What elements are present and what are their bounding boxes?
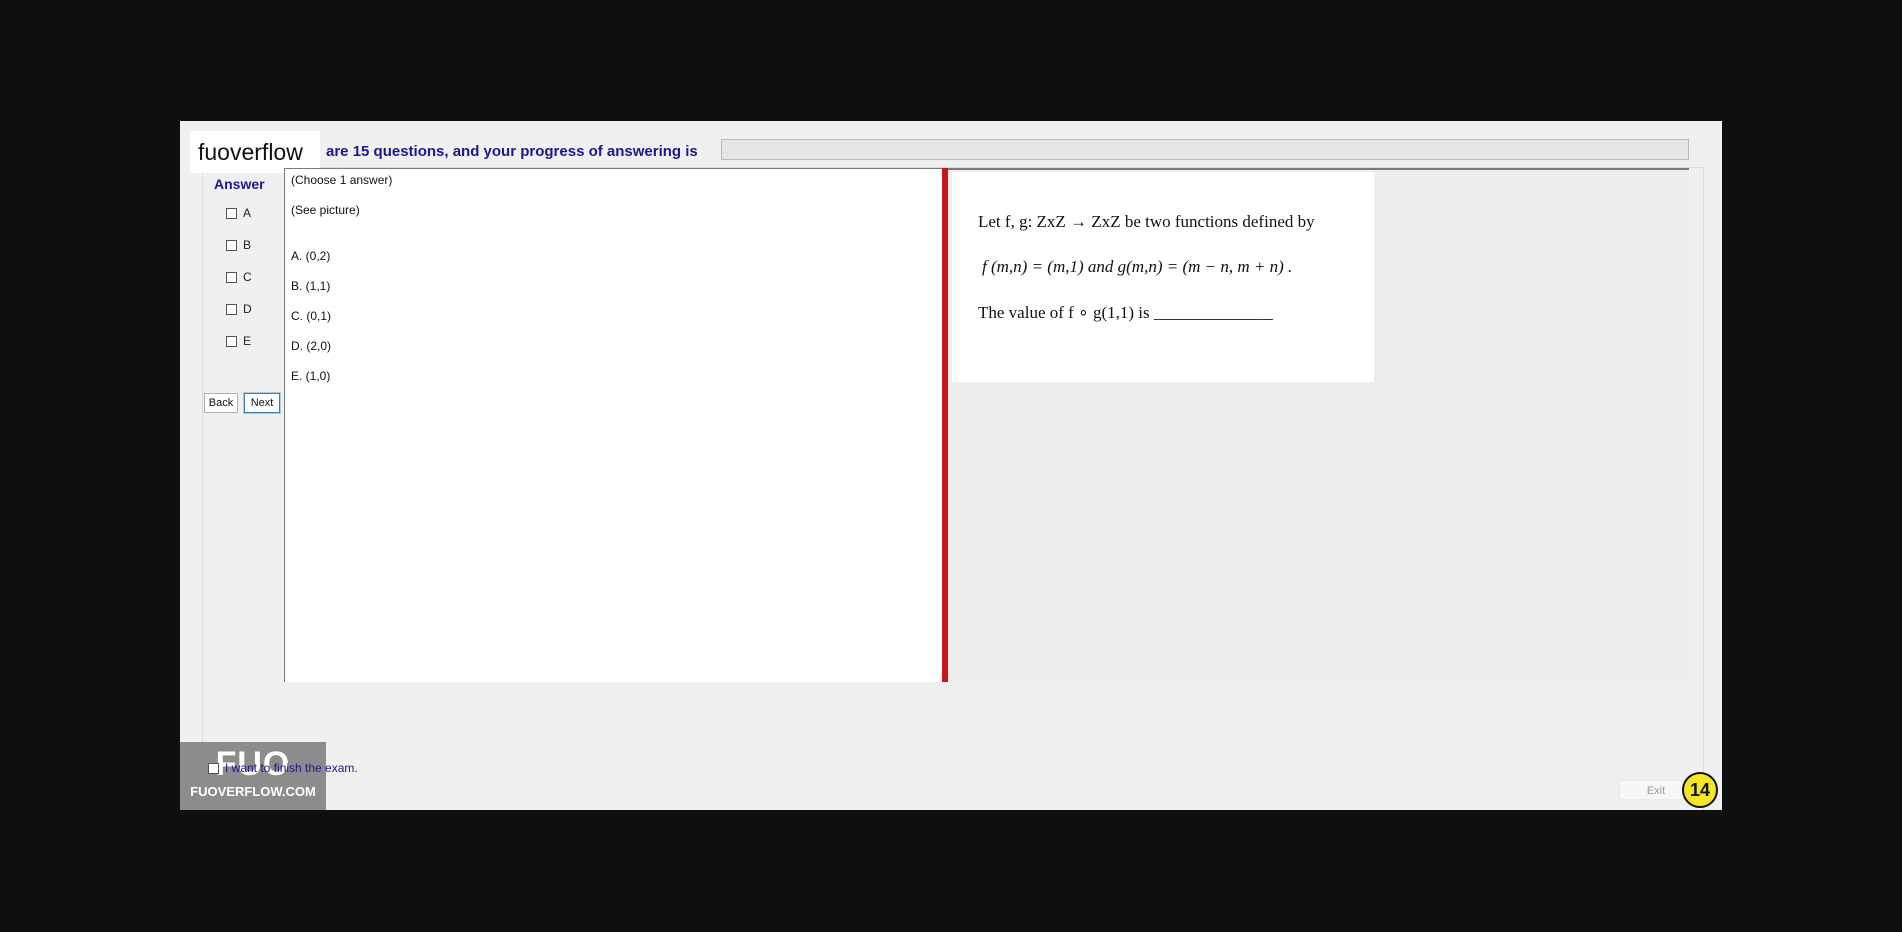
answer-option-e[interactable]: E	[226, 334, 251, 348]
choice-b: B. (1,1)	[291, 279, 331, 293]
answer-checkbox-d[interactable]	[226, 303, 237, 315]
picture-line-1: Let f, g: ZxZ → ZxZ be two functions def…	[978, 212, 1315, 231]
question-instruction: (Choose 1 answer)	[291, 173, 393, 187]
back-button[interactable]: Back	[204, 393, 238, 413]
question-see-picture: (See picture)	[291, 203, 360, 217]
progress-label: are 15 questions, and your progress of a…	[326, 143, 698, 160]
answer-option-label: B	[243, 238, 252, 252]
answer-option-label: D	[243, 302, 252, 316]
answer-option-label: C	[243, 270, 252, 284]
answer-option-a[interactable]: A	[226, 206, 251, 220]
answer-checkbox-a[interactable]	[226, 207, 237, 219]
brand-watermark: fuoverflow	[190, 131, 320, 173]
answer-heading: Answer	[214, 176, 265, 192]
answer-checkbox-c[interactable]	[226, 271, 237, 283]
choice-a: A. (0,2)	[291, 249, 331, 263]
choice-d: D. (2,0)	[291, 339, 332, 353]
answer-option-d[interactable]: D	[226, 302, 252, 316]
exam-window: fuoverflow are 15 questions, and your pr…	[180, 121, 1722, 810]
finish-exam-option[interactable]: I want to finish the exam.	[208, 761, 358, 775]
finish-exam-checkbox[interactable]	[208, 762, 219, 774]
answer-option-label: A	[243, 206, 252, 220]
answer-option-b[interactable]: B	[226, 238, 251, 252]
choice-e: E. (1,0)	[291, 369, 331, 383]
question-panel: (Choose 1 answer) (See picture) A. (0,2)…	[284, 168, 948, 682]
question-picture: Let f, g: ZxZ → ZxZ be two functions def…	[952, 172, 1374, 382]
finish-exam-label: I want to finish the exam.	[225, 761, 358, 775]
logo-text: FUOVERFLOW.COM	[190, 784, 316, 799]
answer-checkbox-e[interactable]	[226, 335, 237, 347]
picture-line-3: The value of f ∘ g(1,1) is _____________…	[978, 303, 1273, 322]
answer-option-c[interactable]: C	[226, 270, 252, 284]
progress-bar	[721, 139, 1689, 160]
picture-panel: Let f, g: ZxZ → ZxZ be two functions def…	[948, 168, 1689, 682]
fuoverflow-logo: FUO FUOVERFLOW.COM	[180, 742, 326, 810]
answer-option-label: E	[243, 334, 252, 348]
question-number-badge: 14	[1682, 772, 1718, 808]
next-button[interactable]: Next	[243, 392, 281, 414]
choice-c: C. (0,1)	[291, 309, 332, 323]
answer-checkbox-b[interactable]	[226, 239, 237, 251]
picture-line-2: f (m,n) = (m,1) and g(m,n) = (m − n, m +…	[982, 257, 1293, 276]
